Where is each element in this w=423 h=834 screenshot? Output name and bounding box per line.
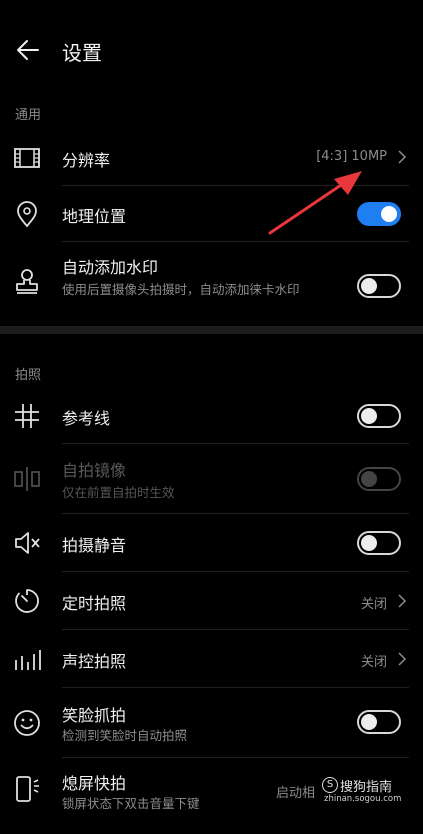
mirror-subtitle: 仅在前置自拍时生效 — [62, 485, 175, 500]
timer-value: 关闭 — [360, 597, 387, 612]
grid-icon — [15, 404, 39, 428]
grid-toggle[interactable] — [357, 404, 401, 428]
toggle-knob — [361, 714, 377, 730]
watermark-toggle[interactable] — [357, 274, 401, 298]
watermark-logo: S 搜狗指南 zhinan.sogou.com — [320, 776, 416, 806]
smile-title: 笑脸抓拍 — [62, 706, 127, 725]
watermark-row[interactable]: 自动添加水印 使用后置摄像头拍摄时，自动添加徕卡水印 — [0, 242, 423, 326]
smile-toggle[interactable] — [357, 710, 401, 734]
toggle-knob — [361, 278, 377, 294]
toggle-knob — [381, 206, 397, 222]
watermark-title: 自动添加水印 — [62, 258, 159, 277]
resolution-title: 分辨率 — [62, 151, 111, 170]
location-pin-icon — [17, 201, 37, 228]
mirror-icon — [14, 467, 40, 491]
toggle-knob — [361, 408, 377, 424]
audio-level-icon — [15, 650, 41, 670]
toggle-knob — [361, 535, 377, 551]
speaker-muted-icon — [15, 532, 40, 554]
mute-row[interactable]: 拍摄静音 — [0, 514, 423, 572]
mute-title: 拍摄静音 — [62, 536, 127, 555]
section-label-photo: 拍照 — [15, 368, 42, 383]
timer-title: 定时拍照 — [62, 594, 127, 613]
mute-toggle[interactable] — [357, 531, 401, 555]
sogou-logo-icon: S — [322, 777, 338, 793]
stamp-icon — [16, 269, 38, 294]
voice-row[interactable]: 声控拍照 关闭 — [0, 630, 423, 688]
location-title: 地理位置 — [62, 207, 127, 226]
watermark-subtitle: 使用后置摄像头拍摄时，自动添加徕卡水印 — [62, 282, 300, 297]
voice-title: 声控拍照 — [62, 652, 127, 671]
mirror-toggle — [357, 467, 401, 491]
watermark-brand: 搜狗指南 — [340, 780, 393, 795]
grid-row[interactable]: 参考线 — [0, 388, 423, 444]
smile-subtitle: 检测到笑脸时自动拍照 — [62, 728, 188, 743]
film-frame-icon — [14, 148, 40, 168]
mirror-row: 自拍镜像 仅在前置自拍时生效 — [0, 444, 423, 514]
snapshot-title: 熄屏快拍 — [62, 774, 127, 793]
smile-row[interactable]: 笑脸抓拍 检测到笑脸时自动拍照 — [0, 688, 423, 758]
toggle-knob — [361, 471, 377, 487]
timer-icon — [15, 589, 39, 613]
voice-value: 关闭 — [360, 655, 387, 670]
snapshot-value: 启动相 — [275, 786, 315, 801]
smile-face-icon — [14, 710, 40, 736]
mirror-title: 自拍镜像 — [62, 461, 127, 480]
chevron-right-icon — [398, 594, 407, 608]
page-title: 设置 — [62, 41, 102, 65]
section-label-general: 通用 — [15, 108, 42, 123]
section-separator — [0, 326, 423, 334]
phone-volume-icon — [16, 776, 39, 802]
back-arrow-icon[interactable] — [16, 38, 40, 62]
watermark-url: zhinan.sogou.com — [324, 794, 402, 804]
chevron-right-icon — [398, 150, 407, 164]
grid-title: 参考线 — [62, 409, 111, 428]
timer-row[interactable]: 定时拍照 关闭 — [0, 572, 423, 630]
chevron-right-icon — [398, 652, 407, 666]
annotation-arrow — [268, 171, 362, 235]
header: 设置 — [0, 0, 423, 100]
resolution-value: [4:3] 10MP — [316, 149, 387, 164]
